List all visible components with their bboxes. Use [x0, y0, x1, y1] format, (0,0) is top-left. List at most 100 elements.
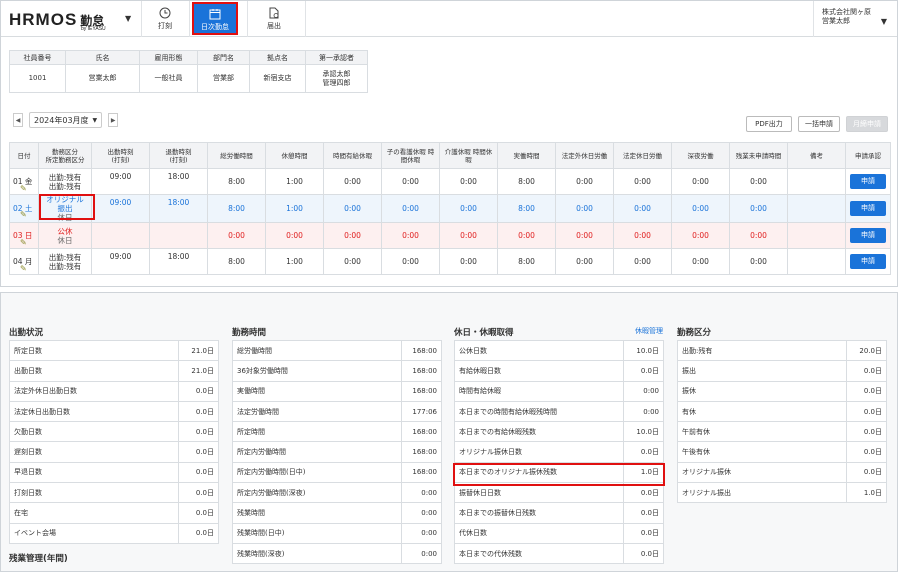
stat-row: 時間有給休暇 0:00 [454, 380, 664, 402]
table-row: 03 日 ✎ 公休 休日 0:00 0:00 0:00 0:00 0:00 0:00… [9, 222, 891, 249]
stat-row: 所定時間 168:00 [232, 421, 442, 443]
row-cell: 0:00 [323, 248, 382, 275]
row-cell: 0:00 [613, 222, 672, 249]
pencil-icon[interactable]: ✎ [20, 263, 27, 274]
stat-label: オリジナル振出 [677, 482, 847, 504]
apply-button[interactable]: 申請 [850, 254, 886, 269]
stat-row: 振出 0.0日 [677, 360, 887, 382]
chevron-left-icon[interactable]: ◀ [13, 113, 23, 127]
stat-value: 0.0日 [846, 360, 887, 382]
stat-label: オリジナル振休 [677, 461, 847, 484]
row-cell: 1:00 [265, 248, 324, 275]
stat-value: 0.0日 [846, 421, 887, 443]
first-approver: 承認太郎 管理四郎 [305, 64, 368, 93]
row-cell: 0:00 [671, 248, 730, 275]
stat-label: 本日までの代休残数 [454, 542, 624, 565]
stat-value: 10.0日 [623, 421, 664, 443]
column-header: 残業未申請時間 [729, 142, 788, 169]
row-cell: 0:00 [439, 222, 498, 249]
leave-section: 休日・休暇取得 公休日数 10.0日 有給休暇日数 0.0日 時間有給休暇 0:00 本日ま… [454, 326, 664, 565]
stat-row: 有給休暇日数 0.0日 [454, 360, 664, 382]
row-category: 出勤:残有 出勤:残有 [38, 248, 92, 275]
row-cell: 0:00 [323, 168, 382, 195]
stat-label: 遅刻日数 [9, 441, 179, 463]
stat-value: 0.0日 [178, 421, 219, 443]
column-header: 退勤時刻 (打刻) [149, 142, 208, 169]
column-header: 日付 [9, 142, 39, 169]
stat-value: 0:00 [401, 542, 442, 565]
pdf-export-button[interactable]: PDF出力 [746, 116, 792, 132]
stat-row: オリジナル振出 1.0日 [677, 482, 887, 504]
stat-label: イベント会場 [9, 522, 179, 544]
pencil-icon[interactable]: ✎ [20, 209, 27, 220]
app-logo[interactable]: HRMOS 勤怠 by IEYASU [9, 10, 106, 32]
row-cell: 0:00 [497, 222, 556, 249]
column-header: 勤務区分 所定勤務区分 [38, 142, 92, 169]
pencil-icon[interactable]: ✎ [20, 237, 27, 248]
pencil-icon[interactable]: ✎ [20, 183, 27, 194]
nav-requests[interactable]: 届出 [251, 1, 297, 37]
attendance-table: 日付 勤務区分 所定勤務区分 出勤時刻 (打刻) 退勤時刻 (打刻) 総労働時間 休憩… [9, 142, 891, 275]
column-header: 休憩時間 [265, 142, 324, 169]
month-selector: ◀ 2024年03月度 ▼ ▶ [13, 112, 119, 128]
row-cell: 0:00 [381, 222, 440, 249]
row-cell: 0:00 [555, 248, 614, 275]
stat-value: 0.0日 [846, 400, 887, 423]
stat-label: 本日までの時間有給休暇残時間 [454, 400, 624, 423]
stat-row: 午前有休 0.0日 [677, 421, 887, 443]
stat-label: 法定外休日出勤日数 [9, 380, 179, 402]
leave-management-link[interactable]: 休暇管理 [635, 326, 663, 336]
app-switch-chevron-down-icon[interactable]: ▼ [125, 14, 131, 23]
stat-value: 177:06 [401, 400, 442, 423]
nav-daily-attendance-label: 日次勤怠 [201, 23, 229, 31]
column-header: 法定休日労働 [613, 142, 672, 169]
row-cell: 8:00 [497, 194, 556, 223]
top-header: HRMOS 勤怠 by IEYASU ▼ 打刻 日次勤怠 届出 株式会社関ヶ原 営業… [1, 1, 897, 37]
row-cell: 0:00 [671, 222, 730, 249]
work-category-table: 出勤:残有 20.0日 振出 0.0日 振休 0.0日 有休 0.0日 午前有休 0.0日 午後有休… [677, 339, 887, 504]
stat-row: 法定外休日出勤日数 0.0日 [9, 380, 219, 402]
stat-row: 残業時間(日中) 0:00 [232, 522, 442, 544]
daily-attendance-panel: HRMOS 勤怠 by IEYASU ▼ 打刻 日次勤怠 届出 株式会社関ヶ原 営業… [0, 0, 898, 287]
apply-button[interactable]: 申請 [850, 174, 886, 189]
stat-row: 振休 0.0日 [677, 380, 887, 402]
employee-name: 営業太郎 [65, 64, 140, 93]
stat-row: 公休日数 10.0日 [454, 339, 664, 362]
stat-row: 欠勤日数 0.0日 [9, 421, 219, 443]
stat-value: 21.0日 [178, 360, 219, 382]
stat-label: 公休日数 [454, 339, 624, 362]
stat-label: 所定内労働時間(日中) [232, 461, 402, 484]
stat-row: オリジナル振休 0.0日 [677, 461, 887, 484]
row-cell: 0:00 [729, 248, 788, 275]
nav-punch[interactable]: 打刻 [142, 1, 188, 37]
row-clock-in: 09:00 [91, 168, 150, 195]
chevron-right-icon[interactable]: ▶ [108, 113, 119, 127]
stat-row: 残業時間(深夜) 0:00 [232, 542, 442, 565]
stat-label: 総労働時間 [232, 339, 402, 362]
stat-value: 0.0日 [178, 400, 219, 423]
employee-header: 氏名 [65, 50, 140, 65]
row-category: 出勤:残有 出勤:残有 [38, 168, 92, 195]
stat-value: 168:00 [401, 339, 442, 362]
row-cell: 0:00 [555, 194, 614, 223]
company-name: 株式会社関ヶ原 [822, 8, 871, 16]
work-time-table: 総労働時間 168:00 36対象労働時間 168:00 実働時間 168:00 法定労働時… [232, 339, 442, 565]
section-title: 勤務区分 [677, 328, 712, 338]
stat-value: 168:00 [401, 380, 442, 402]
user-menu-chevron-down-icon[interactable]: ▼ [881, 17, 887, 26]
stat-label: 打刻日数 [9, 482, 179, 504]
column-header: 申請承認 [845, 142, 891, 169]
user-menu[interactable]: 株式会社関ヶ原 営業太郎 [822, 8, 871, 26]
apply-button[interactable]: 申請 [850, 201, 886, 216]
work-time-section: 勤務時間 総労働時間 168:00 36対象労働時間 168:00 実働時間 168:00… [232, 326, 442, 565]
stat-row: 本日までの有給休暇残数 10.0日 [454, 421, 664, 443]
bulk-apply-button[interactable]: 一括申請 [798, 116, 840, 132]
apply-button[interactable]: 申請 [850, 228, 886, 243]
employment-type: 一般社員 [139, 64, 198, 93]
stat-label: 出勤:残有 [677, 339, 847, 362]
stat-row: 所定日数 21.0日 [9, 339, 219, 362]
stat-label: 本日までの振替休日残数 [454, 502, 624, 524]
stat-label: 有給休暇日数 [454, 360, 624, 382]
nav-daily-attendance[interactable]: 日次勤怠 [192, 2, 238, 35]
month-dropdown[interactable]: 2024年03月度 ▼ [29, 112, 103, 128]
